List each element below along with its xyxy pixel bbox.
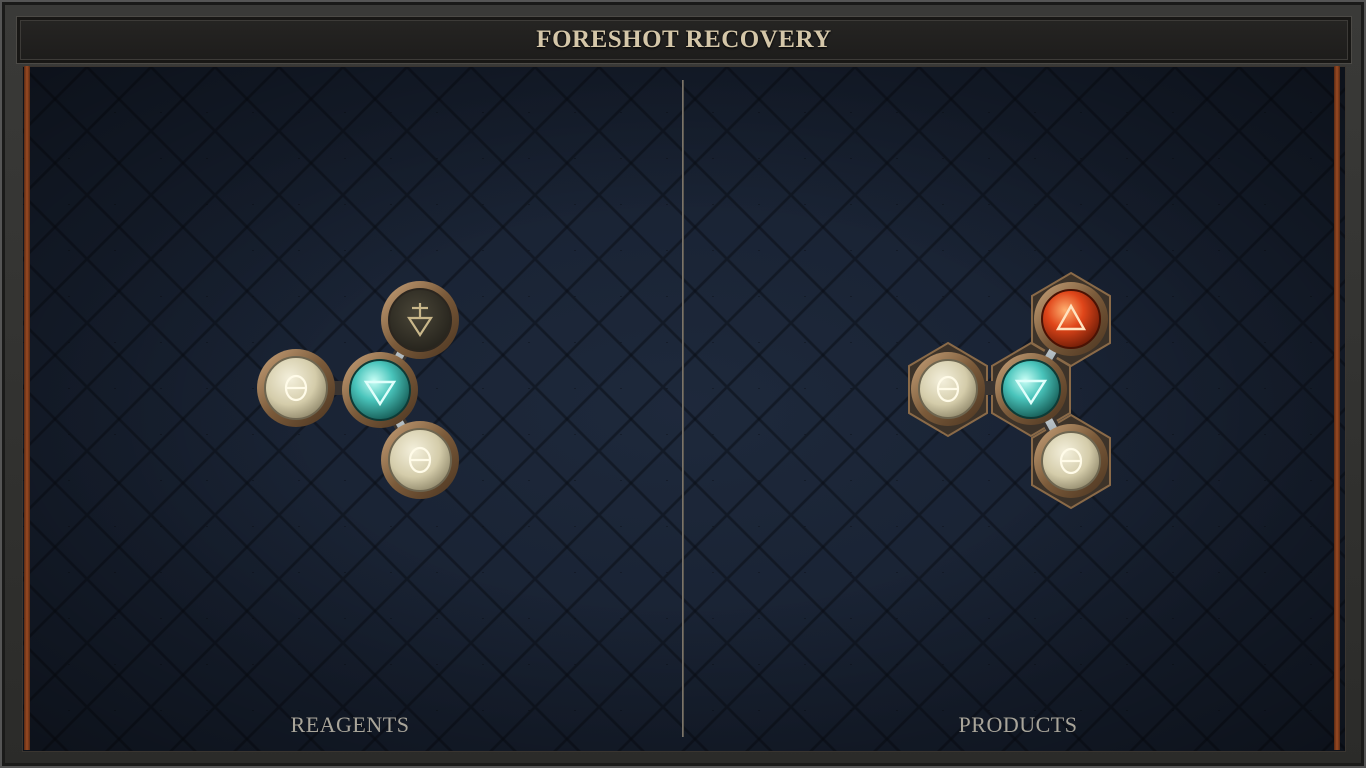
molecule-layer bbox=[257, 271, 1111, 510]
atom-salt[interactable] bbox=[1034, 424, 1108, 498]
atom-quicksilver[interactable] bbox=[381, 281, 459, 359]
atom-salt[interactable] bbox=[381, 421, 459, 499]
atom-water[interactable] bbox=[342, 352, 418, 428]
products-label: PRODUCTS bbox=[958, 712, 1078, 737]
atom-fire[interactable] bbox=[1034, 282, 1108, 356]
product-molecule[interactable] bbox=[908, 271, 1111, 510]
reagents-label: REAGENTS bbox=[290, 712, 410, 737]
atom-salt[interactable] bbox=[911, 352, 985, 426]
atom-water[interactable] bbox=[995, 353, 1067, 425]
reagent-molecule[interactable] bbox=[257, 281, 459, 499]
atom-salt[interactable] bbox=[257, 349, 335, 427]
